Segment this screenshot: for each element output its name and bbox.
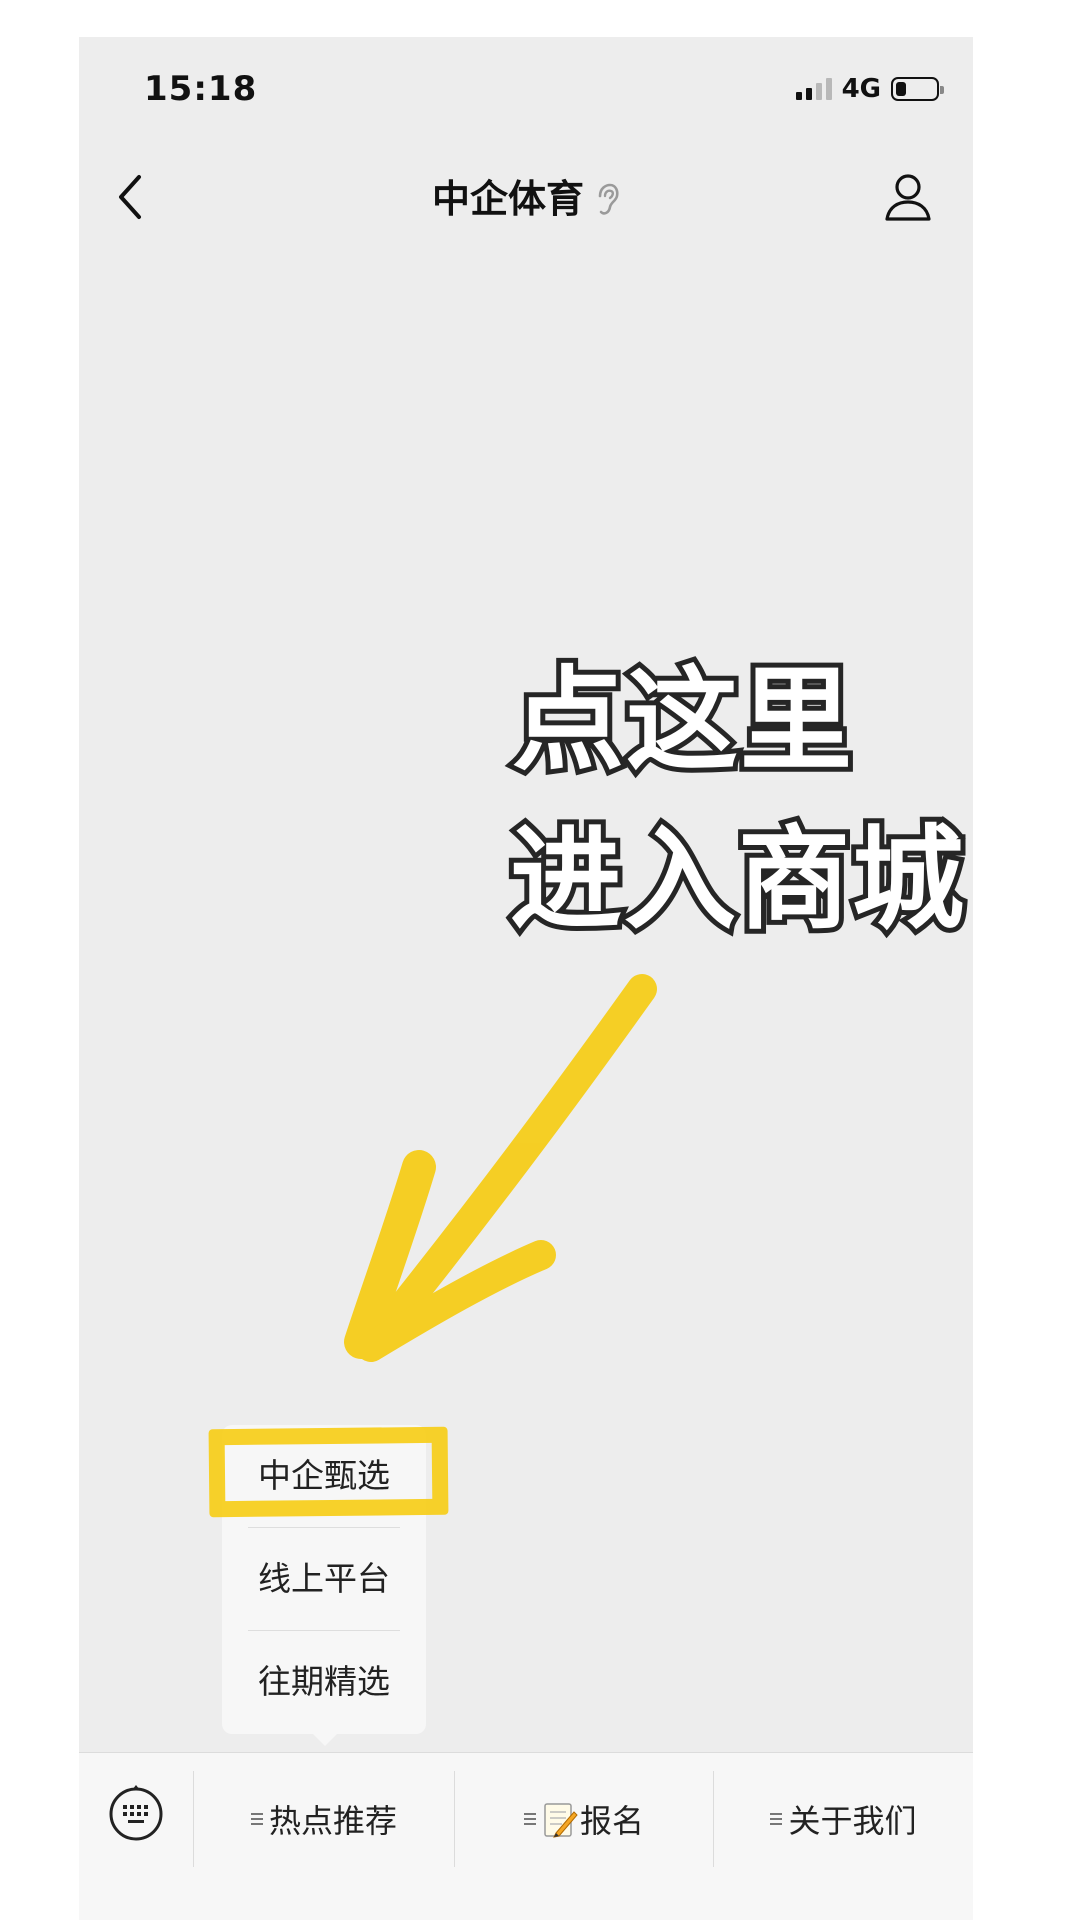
menu-item-label: 关于我们 bbox=[788, 1802, 917, 1840]
menu-item-label: 报名 bbox=[579, 1802, 644, 1840]
phone-screen: 15:18 4G 中企体育 点这里 进入商城 中企甄选 线上平台 往期精选 热点… bbox=[79, 37, 973, 1920]
person-icon bbox=[885, 174, 931, 221]
menu-item-about-us[interactable]: 关于我们 bbox=[714, 1753, 973, 1885]
bottom-menu-bar: 热点推荐 报名 关于我们 bbox=[79, 1752, 973, 1920]
network-label: 4G bbox=[841, 74, 881, 104]
annotation-line-1: 点这里 bbox=[507, 651, 857, 791]
arrow-head-right bbox=[356, 1240, 556, 1362]
battery-level bbox=[896, 82, 906, 96]
keyboard-toggle-button[interactable] bbox=[107, 1783, 165, 1841]
page: 15:18 4G 中企体育 点这里 进入商城 中企甄选 线上平台 往期精选 热点… bbox=[0, 0, 1080, 1920]
battery-icon bbox=[891, 77, 944, 101]
list-icon bbox=[523, 1810, 536, 1828]
status-indicators: 4G bbox=[795, 73, 944, 105]
ear-icon bbox=[598, 183, 619, 215]
annotation-highlight-box bbox=[208, 1426, 449, 1518]
annotation-arrow bbox=[344, 974, 657, 1362]
arrow-head-left bbox=[344, 1150, 436, 1359]
menu-item-label: 热点推荐 bbox=[268, 1802, 397, 1840]
annotation-line-2: 进入商城 bbox=[505, 810, 969, 950]
page-title: 中企体育 bbox=[431, 177, 584, 221]
submenu-item-online-platform[interactable]: 线上平台 bbox=[222, 1528, 426, 1630]
menu-item-hot-recommend[interactable]: 热点推荐 bbox=[194, 1753, 454, 1885]
signal-icon bbox=[795, 78, 832, 100]
arrow-shaft bbox=[364, 974, 657, 1352]
profile-button[interactable] bbox=[881, 169, 935, 225]
list-icon bbox=[770, 1810, 783, 1828]
memo-icon bbox=[544, 1803, 578, 1838]
nav-title-area: 中企体育 bbox=[79, 168, 973, 223]
menu-item-signup[interactable]: 报名 bbox=[455, 1753, 713, 1885]
submenu-item-past-picks[interactable]: 往期精选 bbox=[222, 1631, 426, 1733]
keyboard-icon bbox=[109, 1785, 163, 1841]
list-icon bbox=[250, 1810, 263, 1828]
status-time: 15:18 bbox=[144, 69, 258, 109]
